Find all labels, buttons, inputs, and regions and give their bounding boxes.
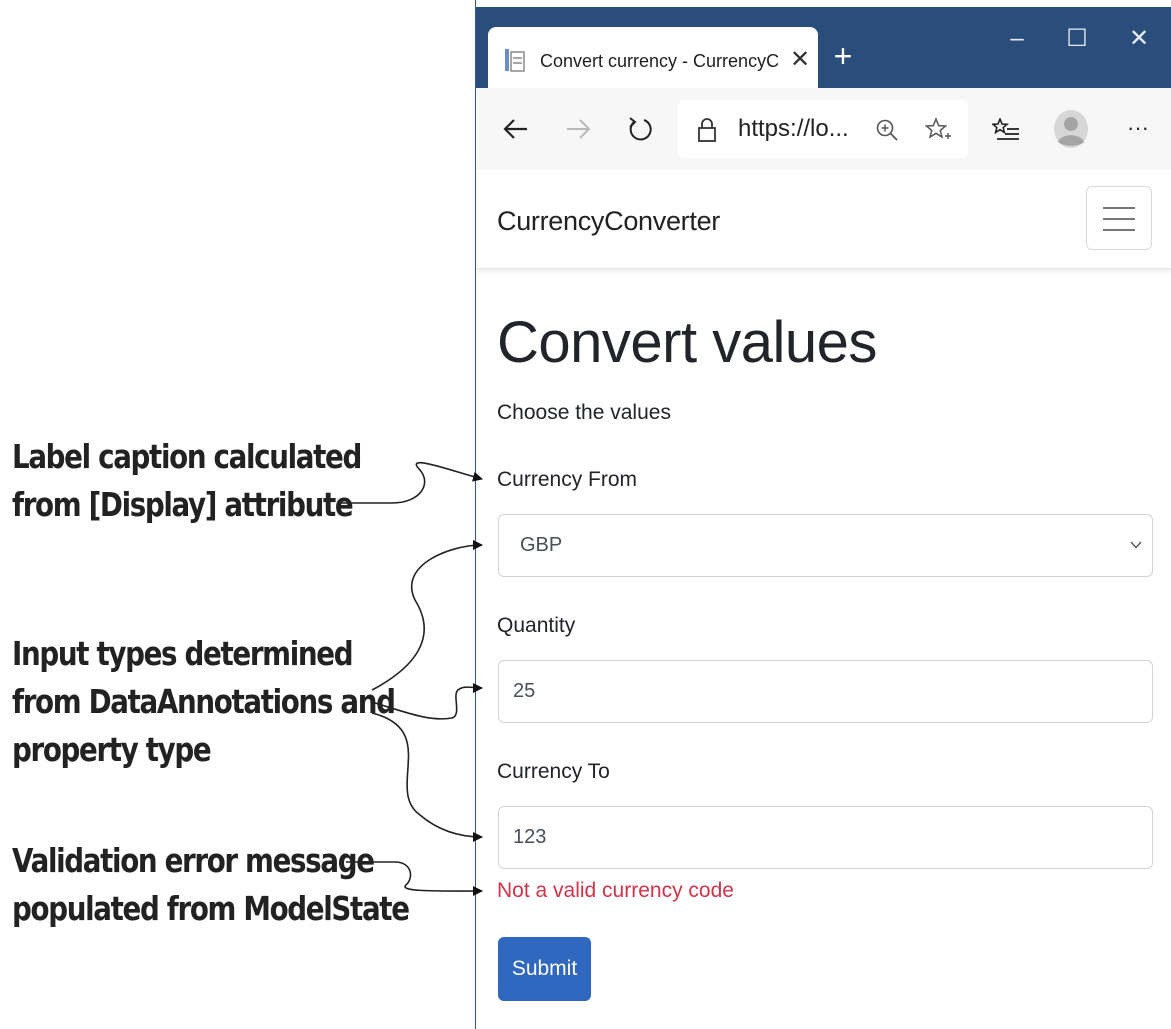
browser-window: Convert currency - CurrencyConverter ✕ +… bbox=[475, 0, 1171, 1029]
avatar[interactable] bbox=[1053, 109, 1089, 149]
tab-title: Convert currency - CurrencyConverter bbox=[540, 51, 778, 71]
currency-to-input[interactable]: 123 bbox=[498, 806, 1153, 869]
browser-tab[interactable]: Convert currency - CurrencyConverter ✕ bbox=[488, 27, 818, 88]
quantity-value: 25 bbox=[513, 680, 536, 702]
annotation-validation: Validation error message populated from … bbox=[12, 837, 410, 933]
close-window-button[interactable]: ✕ bbox=[1116, 19, 1162, 59]
refresh-icon[interactable] bbox=[620, 109, 660, 149]
annotation-display-attribute: Label caption calculated from [Display] … bbox=[12, 433, 362, 529]
address-bar[interactable]: https://lo... bbox=[678, 100, 968, 158]
currency-from-label: Currency From bbox=[497, 468, 638, 491]
annotation-line: populated from ModelState bbox=[12, 889, 410, 928]
page-title: Convert values bbox=[497, 310, 877, 375]
brand-link[interactable]: CurrencyConverter bbox=[497, 203, 720, 239]
annotation-line: Validation error message bbox=[12, 841, 375, 880]
zoom-icon[interactable] bbox=[874, 117, 900, 143]
menu-bar bbox=[1103, 229, 1135, 231]
new-tab-button[interactable]: + bbox=[828, 36, 858, 76]
annotation-line: from DataAnnotations and bbox=[12, 682, 396, 721]
validation-error-message: Not a valid currency code bbox=[497, 879, 734, 902]
browser-toolbar: https://lo... ··· bbox=[476, 88, 1171, 170]
favorite-star-icon[interactable] bbox=[924, 116, 952, 144]
annotation-input-types: Input types determined from DataAnnotati… bbox=[12, 630, 396, 774]
lock-icon bbox=[698, 118, 716, 142]
menu-toggle-button[interactable] bbox=[1086, 186, 1152, 250]
maximize-button[interactable]: ☐ bbox=[1054, 19, 1100, 59]
title-bar: Convert currency - CurrencyConverter ✕ +… bbox=[476, 7, 1171, 88]
site-navbar: CurrencyConverter bbox=[476, 172, 1171, 269]
quantity-input[interactable]: 25 bbox=[498, 660, 1153, 723]
quantity-label: Quantity bbox=[497, 614, 576, 637]
currency-to-label: Currency To bbox=[497, 760, 610, 783]
submit-button[interactable]: Submit bbox=[498, 937, 591, 1001]
menu-bar bbox=[1103, 207, 1135, 209]
currency-from-select[interactable]: GBP bbox=[498, 514, 1153, 577]
currency-from-value: GBP bbox=[520, 534, 563, 556]
annotation-line: property type bbox=[12, 730, 212, 769]
annotation-line: Input types determined bbox=[12, 634, 354, 673]
back-arrow-icon[interactable] bbox=[496, 109, 536, 149]
annotation-line: from [Display] attribute bbox=[12, 485, 354, 524]
more-icon[interactable]: ··· bbox=[1118, 108, 1158, 148]
forward-arrow-icon[interactable] bbox=[558, 109, 598, 149]
minimize-button[interactable]: – bbox=[994, 19, 1040, 59]
tab-close-icon[interactable]: ✕ bbox=[788, 44, 812, 76]
menu-bar bbox=[1103, 218, 1135, 220]
annotation-line: Label caption calculated bbox=[12, 437, 362, 476]
chevron-down-icon bbox=[1130, 541, 1142, 549]
page-icon bbox=[505, 49, 525, 72]
currency-to-value: 123 bbox=[513, 826, 547, 848]
favorites-list-icon[interactable] bbox=[992, 118, 1020, 142]
page-subtitle: Choose the values bbox=[497, 401, 671, 424]
url-text: https://lo... bbox=[738, 115, 849, 142]
